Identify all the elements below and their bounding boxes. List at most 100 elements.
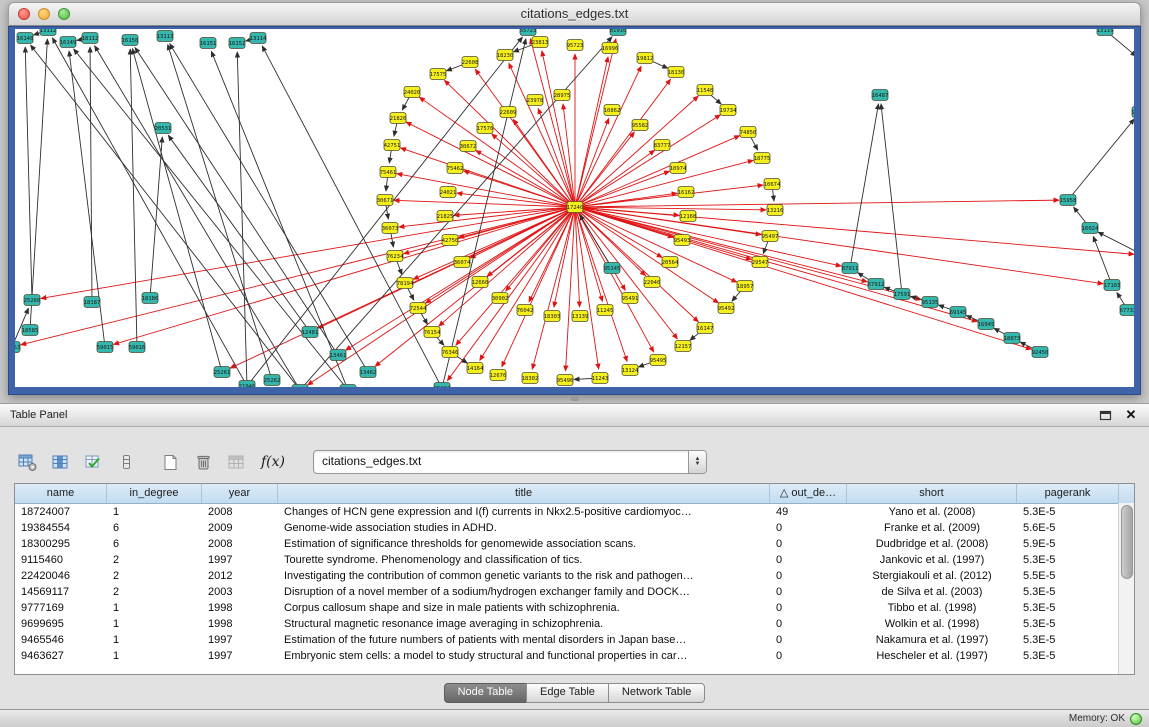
float-panel-button[interactable] — [1097, 407, 1113, 423]
graph-node-label: 10974 — [670, 166, 687, 172]
column-header[interactable]: name — [15, 484, 107, 503]
graph-node-label: 13114 — [250, 36, 267, 42]
graph-node-label: 10862 — [604, 108, 621, 114]
graph-node-label: 14164 — [467, 366, 484, 372]
column-header[interactable]: year — [202, 484, 278, 503]
graph-node-label: 20531 — [155, 126, 172, 132]
table-cell: 5.3E-5 — [1017, 616, 1119, 632]
graph-node-label: 25261 — [214, 370, 231, 376]
import-table-button[interactable] — [223, 449, 249, 475]
table-mode-button[interactable] — [14, 449, 40, 475]
tab-network-table[interactable]: Network Table — [608, 683, 706, 703]
table-selector-stepper-icon[interactable]: ▲▼ — [688, 451, 706, 473]
window-titlebar[interactable]: citations_edges.txt — [8, 2, 1141, 26]
table-row[interactable]: 946362711997Embryonic stem cells: a mode… — [15, 648, 1134, 664]
table-row[interactable]: 1872400712008Changes of HCN gene express… — [15, 504, 1134, 520]
graph-node-label: 76234 — [387, 254, 404, 260]
new-table-button[interactable] — [157, 449, 183, 475]
graph-node-label: 12157 — [675, 344, 692, 350]
column-header[interactable]: pagerank — [1017, 484, 1119, 503]
table-cell: 6 — [107, 536, 202, 552]
graph-node-label: 24021 — [440, 190, 457, 196]
table-cell: 14569117 — [15, 584, 107, 600]
graph-node-label: 95491 — [622, 296, 639, 302]
graph-node-label: 12660 — [472, 280, 489, 286]
delete-table-icon — [194, 453, 213, 472]
graph-node-label: 36074 — [454, 260, 471, 266]
panel-splitter[interactable] — [0, 395, 1149, 403]
graph-node[interactable] — [292, 385, 308, 388]
graph-node-label: 20564 — [662, 260, 679, 266]
network-canvas[interactable]: 1724095723238131823022608175752402021826… — [15, 29, 1134, 387]
close-window-button[interactable] — [18, 8, 30, 20]
graph-node-label: 18130 — [668, 70, 685, 76]
table-row[interactable]: 977716911998Corpus callosum shape and si… — [15, 600, 1134, 616]
graph-node-label: 76154 — [424, 330, 441, 336]
table-cell: Franke et al. (2009) — [847, 520, 1017, 536]
table-row[interactable]: 2242004622012Investigating the contribut… — [15, 568, 1134, 584]
table-cell: 2008 — [202, 536, 278, 552]
table-header-row: namein_degreeyeartitle△ out_de…shortpage… — [15, 484, 1134, 504]
table-row[interactable]: 1938455462009Genome-wide association stu… — [15, 520, 1134, 536]
delete-table-button[interactable] — [190, 449, 216, 475]
graph-node-label: 42750 — [442, 238, 459, 244]
minimize-window-button[interactable] — [38, 8, 50, 20]
graph-node-label: 72544 — [410, 306, 427, 312]
table-cell: Hescheler et al. (1997) — [847, 648, 1017, 664]
table-selector[interactable]: citations_edges.txt ▲▼ — [313, 450, 707, 474]
graph-node[interactable] — [340, 385, 356, 388]
tab-node-table[interactable]: Node Table — [444, 683, 527, 703]
rename-column-button[interactable] — [113, 449, 139, 475]
tab-edge-table[interactable]: Edge Table — [526, 683, 609, 703]
graph-node-label: 95492 — [718, 306, 735, 312]
graph-node-label: 11245 — [597, 308, 614, 314]
table-cell: 0 — [770, 552, 847, 568]
graph-node-label: 95493 — [674, 238, 691, 244]
graph-node-label: 30671 — [377, 198, 394, 204]
graph-node-label: 16024 — [1082, 226, 1099, 232]
table-cell: 2003 — [202, 584, 278, 600]
show-columns-button[interactable] — [47, 449, 73, 475]
table-cell: 5.3E-5 — [1017, 648, 1119, 664]
table-row[interactable]: 946554611997Estimation of the future num… — [15, 632, 1134, 648]
graph-nodes: 1724095723238131823022608175752402021826… — [15, 29, 1134, 387]
table-cell: 0 — [770, 648, 847, 664]
graph-node-label: 17575 — [430, 72, 447, 78]
table-cell: 2009 — [202, 520, 278, 536]
table-body: 1872400712008Changes of HCN gene express… — [15, 504, 1134, 664]
table-row[interactable]: 1456911722003Disruption of a novel membe… — [15, 584, 1134, 600]
graph-node-label: 10674 — [764, 182, 781, 188]
column-header[interactable]: △ out_de… — [770, 484, 847, 503]
column-header[interactable]: short — [847, 484, 1017, 503]
memory-indicator-icon[interactable] — [1130, 713, 1142, 725]
graph-node-label: 95723 — [567, 43, 584, 49]
column-header[interactable]: in_degree — [107, 484, 202, 503]
graph-node-label: 92450 — [1032, 350, 1049, 356]
zoom-window-button[interactable] — [58, 8, 70, 20]
scrollbar-thumb[interactable] — [1121, 505, 1133, 579]
table-cell: Investigating the contribution of common… — [278, 568, 770, 584]
table-cell: Dudbridge et al. (2008) — [847, 536, 1017, 552]
create-column-button[interactable] — [80, 449, 106, 475]
network-graph[interactable]: 1724095723238131823022608175752402021826… — [15, 29, 1134, 387]
table-cell: Disruption of a novel member of a sodium… — [278, 584, 770, 600]
table-row[interactable]: 969969511998Structural magnetic resonanc… — [15, 616, 1134, 632]
table-cell: 0 — [770, 600, 847, 616]
graph-node-label: 18302 — [522, 376, 539, 382]
graph-node-label: 21946 — [239, 384, 256, 387]
graph-node-label: 16162 — [678, 190, 695, 196]
table-cell: 5.3E-5 — [1017, 504, 1119, 520]
network-frame: 1724095723238131823022608175752402021826… — [8, 26, 1141, 395]
vertical-scrollbar[interactable] — [1118, 503, 1134, 674]
table-cell: 5.3E-5 — [1017, 552, 1119, 568]
column-header[interactable]: title — [278, 484, 770, 503]
graph-node-label: 67732 — [1120, 308, 1134, 314]
table-cell: Estimation of significance thresholds fo… — [278, 536, 770, 552]
close-panel-button[interactable]: ✕ — [1123, 407, 1139, 423]
table-cell: Corpus callosum shape and size in male p… — [278, 600, 770, 616]
graph-node-label: 13124 — [622, 368, 639, 374]
table-cell: 5.3E-5 — [1017, 584, 1119, 600]
table-row[interactable]: 911546021997Tourette syndrome. Phenomeno… — [15, 552, 1134, 568]
table-row[interactable]: 1830029562008Estimation of significance … — [15, 536, 1134, 552]
function-builder-button[interactable]: f(x) — [256, 449, 290, 475]
